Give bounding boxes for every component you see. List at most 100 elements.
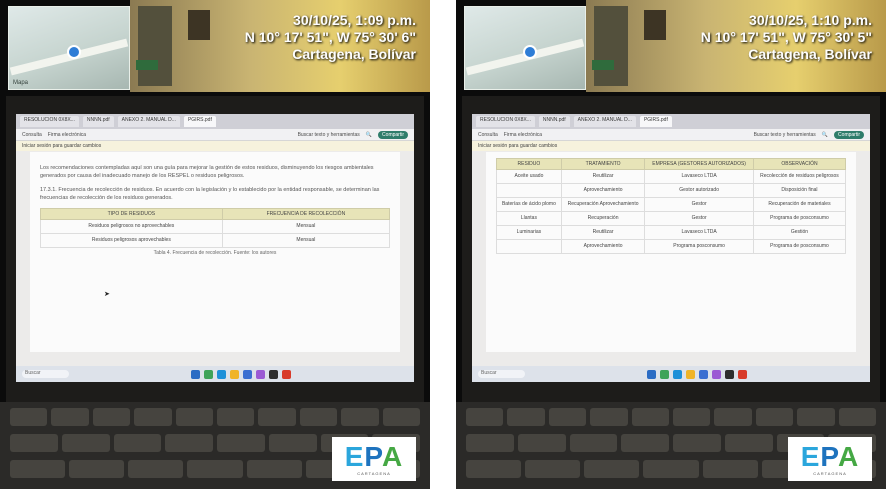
key-row	[466, 408, 877, 426]
keyboard: EPA CARTAGENA	[0, 402, 430, 489]
table-cell: Recuperación Aprovechamiento	[560, 197, 646, 212]
table-row: Residuos peligrosos aprovechables Mensua…	[40, 233, 391, 248]
app-icon[interactable]	[255, 369, 265, 379]
stamp-coords: N 10° 17' 51", W 75° 30' 6"	[244, 29, 416, 45]
folder-icon[interactable]	[229, 369, 239, 379]
laptop: RESOLUCION 0X8X... NNNN.pdf ANEXO 2. MAN…	[462, 96, 880, 402]
pdf-toolbar: Consulta Firma electrónica Buscar texto …	[472, 129, 870, 141]
logo-word: EPA	[800, 440, 860, 472]
stamp-date: 30/10/25, 1:10 p.m.	[749, 12, 872, 28]
table-header: TIPO DE RESIDUOS	[40, 208, 223, 220]
table-cell: Residuos peligrosos aprovechables	[40, 233, 223, 248]
table-cell: Residuos peligrosos no aprovechables	[40, 219, 223, 234]
tab-2[interactable]: NNNN.pdf	[538, 116, 570, 127]
table-cell: Gestión	[752, 225, 847, 240]
table-header: Residuo	[496, 158, 562, 170]
door-shape	[138, 6, 172, 86]
epa-logo: EPA CARTAGENA	[788, 437, 872, 481]
table-cell: Aprovechamiento	[560, 239, 646, 254]
table-caption: Tabla 4. Frecuencia de recolección. Fuen…	[153, 250, 277, 256]
tab-1[interactable]: RESOLUCION 0X8X...	[476, 116, 535, 127]
table-cell: Reutilizar	[560, 169, 646, 184]
app-icon[interactable]	[216, 369, 226, 379]
search-icon[interactable]: 🔍	[822, 132, 828, 138]
stamp-coords: N 10° 17' 51", W 75° 30' 5"	[700, 29, 872, 45]
tab-3[interactable]: ANEXO 2. MANUAL D...	[117, 116, 180, 127]
app-icon[interactable]	[711, 369, 721, 379]
app-icon[interactable]	[190, 369, 200, 379]
app-icon[interactable]	[203, 369, 213, 379]
green-sign	[136, 60, 158, 70]
pdf-app-icon[interactable]	[737, 369, 747, 379]
table-cell: Programa de posconsumo	[752, 211, 847, 226]
waste-table: Residuo Tratamiento Empresa (Gestores au…	[496, 158, 847, 254]
folder-icon[interactable]	[685, 369, 695, 379]
stamp-date: 30/10/25, 1:09 p.m.	[293, 12, 416, 28]
tab-1[interactable]: RESOLUCION 0X8X...	[20, 116, 79, 127]
logo-word: EPA	[344, 440, 404, 472]
map-thumbnail: Mapa	[8, 6, 130, 90]
wall-frame	[644, 10, 666, 40]
firma-button[interactable]: Firma electrónica	[48, 132, 86, 138]
frequency-table: TIPO DE RESIDUOS FRECUENCIA DE RECOLECCI…	[40, 208, 391, 248]
table-cell: Llantas	[496, 211, 562, 226]
key-row	[10, 408, 421, 426]
table-header: Observación	[752, 158, 847, 170]
table-cell: Mensual	[221, 219, 391, 234]
taskbar: Buscar	[472, 366, 870, 382]
table-cell: Programa de posconsumo	[752, 239, 847, 254]
tab-4[interactable]: PGIRS.pdf	[183, 116, 216, 127]
app-icon[interactable]	[698, 369, 708, 379]
table-row: Llantas Recuperación Gestor Programa de …	[496, 211, 847, 226]
table-header: Empresa (Gestores autorizados)	[644, 158, 754, 170]
table-row: Luminarias Reutilizar Lavaseco LTDA Gest…	[496, 225, 847, 240]
paragraph-2: 17.3.1. Frecuencia de recolección de res…	[40, 187, 380, 201]
tab-2[interactable]: NNNN.pdf	[82, 116, 114, 127]
signin-banner: Iniciar sesión para guardar cambios	[472, 141, 870, 151]
stamp-place: Cartagena, Bolívar	[748, 46, 872, 62]
app-icon[interactable]	[672, 369, 682, 379]
app-icon[interactable]	[724, 369, 734, 379]
table-row: Aprovechamiento Gestor autorizado Dispos…	[496, 183, 847, 198]
table-cell: Aceite usado	[496, 169, 562, 184]
map-thumbnail	[464, 6, 586, 90]
green-sign	[592, 60, 614, 70]
mouse-cursor-icon: ➤	[104, 291, 110, 298]
table-row: Baterías de ácido plomo Recuperación Apr…	[496, 197, 847, 212]
laptop-screen: RESOLUCION 0X8X... NNNN.pdf ANEXO 2. MAN…	[16, 114, 414, 382]
consulta-button[interactable]: Consulta	[22, 132, 42, 138]
search-tools[interactable]: Buscar texto y herramientas	[754, 132, 816, 138]
table-row: Residuos peligrosos no aprovechables Men…	[40, 219, 391, 234]
browser-tabs: RESOLUCION 0X8X... NNNN.pdf ANEXO 2. MAN…	[16, 114, 414, 129]
app-icon[interactable]	[659, 369, 669, 379]
location-pin-icon	[67, 45, 81, 59]
laptop: RESOLUCION 0X8X... NNNN.pdf ANEXO 2. MAN…	[6, 96, 424, 402]
pdf-app-icon[interactable]	[281, 369, 291, 379]
share-button[interactable]: Compartir	[378, 130, 408, 139]
firma-button[interactable]: Firma electrónica	[504, 132, 542, 138]
table-cell: Gestor autorizado	[644, 183, 754, 198]
app-icon[interactable]	[268, 369, 278, 379]
keyboard: EPA CARTAGENA	[456, 402, 886, 489]
browser-tabs: RESOLUCION 0X8X... NNNN.pdf ANEXO 2. MAN…	[472, 114, 870, 129]
table-cell: Mensual	[221, 233, 391, 248]
tab-3[interactable]: ANEXO 2. MANUAL D...	[573, 116, 636, 127]
app-icon[interactable]	[646, 369, 656, 379]
laptop-screen: RESOLUCION 0X8X... NNNN.pdf ANEXO 2. MAN…	[472, 114, 870, 382]
consulta-button[interactable]: Consulta	[478, 132, 498, 138]
tab-4[interactable]: PGIRS.pdf	[639, 116, 672, 127]
taskbar-search[interactable]: Buscar	[22, 370, 69, 378]
location-pin-icon	[523, 45, 537, 59]
stamp-place: Cartagena, Bolívar	[292, 46, 416, 62]
paragraph-1: Los recomendaciones contempladas aquí so…	[40, 165, 374, 179]
table-cell: Disposición final	[752, 183, 847, 198]
app-icon[interactable]	[242, 369, 252, 379]
search-icon[interactable]: 🔍	[366, 132, 372, 138]
table-cell: Baterías de ácido plomo	[496, 197, 562, 212]
search-tools[interactable]: Buscar texto y herramientas	[298, 132, 360, 138]
table-cell: Luminarias	[496, 225, 562, 240]
wall-frame	[188, 10, 210, 40]
table-header: Tratamiento	[560, 158, 646, 170]
share-button[interactable]: Compartir	[834, 130, 864, 139]
taskbar-search[interactable]: Buscar	[478, 370, 525, 378]
